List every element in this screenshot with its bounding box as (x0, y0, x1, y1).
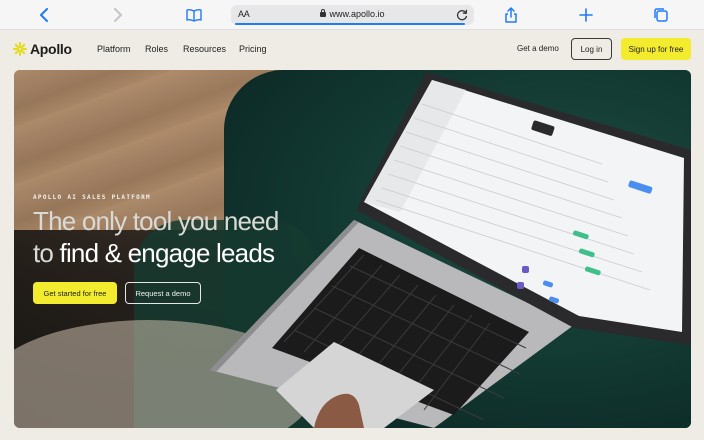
hero-title-line-1: The only tool you need (33, 206, 279, 236)
signup-button[interactable]: Sign up for free (621, 38, 691, 60)
plus-icon[interactable] (576, 5, 596, 25)
chevron-right-icon[interactable] (108, 5, 128, 25)
hero-title-emphasis: find & engage leads (59, 238, 275, 268)
hero-title-line-2: to find & engage leads (33, 238, 275, 269)
lock-icon (320, 9, 327, 17)
hero-kicker: APOLLO AI SALES PLATFORM (33, 194, 151, 201)
get-demo-link[interactable]: Get a demo (517, 44, 559, 53)
request-demo-button[interactable]: Request a demo (125, 282, 201, 304)
apollo-logo[interactable]: Apollo (12, 41, 72, 57)
nav-platform[interactable]: Platform (97, 44, 131, 54)
nav-pricing[interactable]: Pricing (239, 44, 267, 54)
url-text: www.apollo.io (329, 9, 385, 19)
address-bar[interactable]: AA www.apollo.io (231, 5, 474, 25)
nav-roles[interactable]: Roles (145, 44, 168, 54)
page-load-progress (235, 23, 465, 25)
hero-section: APOLLO AI SALES PLATFORM The only tool y… (14, 70, 691, 428)
browser-toolbar: AA www.apollo.io (0, 0, 704, 30)
brand-name: Apollo (30, 41, 72, 57)
login-button[interactable]: Log in (571, 38, 612, 60)
reload-icon[interactable] (455, 8, 469, 22)
site-header: Apollo Platform Roles Resources Pricing … (0, 30, 704, 70)
tabs-icon[interactable] (651, 5, 671, 25)
share-icon[interactable] (501, 5, 521, 25)
sunburst-icon (12, 41, 28, 57)
nav-resources[interactable]: Resources (183, 44, 226, 54)
hero-title-prefix: to (33, 238, 54, 268)
book-icon[interactable] (184, 5, 204, 25)
get-started-button[interactable]: Get started for free (33, 282, 117, 304)
chevron-left-icon[interactable] (34, 5, 54, 25)
